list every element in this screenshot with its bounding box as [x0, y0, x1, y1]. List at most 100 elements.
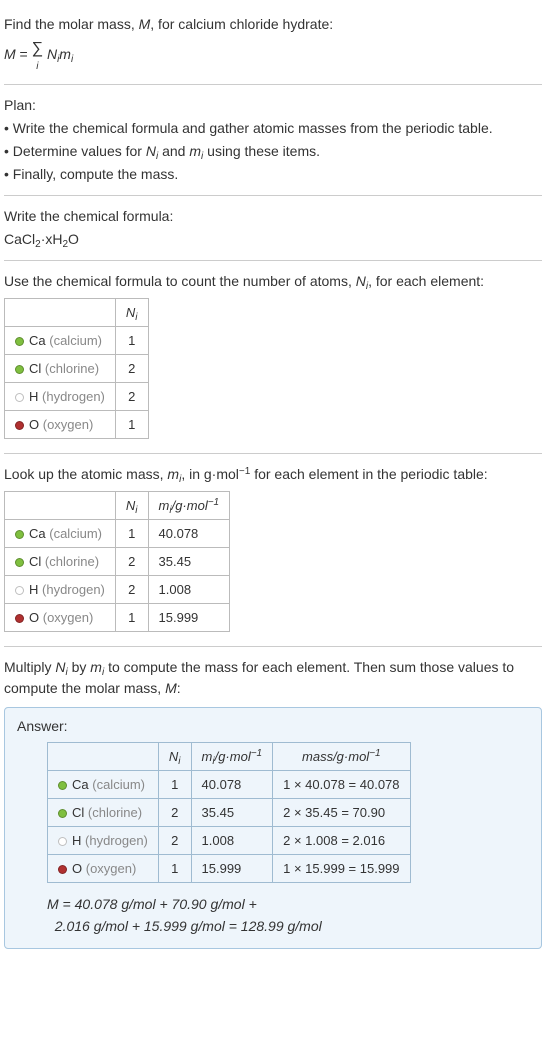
chemical-formula: CaCl2·xH2O [4, 229, 542, 250]
lookup-heading: Look up the atomic mass, mi, in g·mol−1 … [4, 464, 542, 485]
element-name: (calcium) [49, 333, 102, 348]
table-row: H (hydrogen) 21.008 [5, 576, 230, 604]
element-dot [15, 530, 24, 539]
table-row: Cl (chlorine) 2 [5, 355, 149, 383]
n-value: 2 [158, 827, 191, 855]
element-dot [58, 865, 67, 874]
table-row: O (oxygen)115.9991 × 15.999 = 15.999 [48, 855, 411, 883]
count-section: Use the chemical formula to count the nu… [4, 261, 542, 454]
plan-heading: Plan: [4, 95, 542, 116]
col-n-header: Ni [115, 299, 148, 327]
n-value: 2 [115, 355, 148, 383]
col-n-header: Ni [115, 492, 148, 520]
lookup-section: Look up the atomic mass, mi, in g·mol−1 … [4, 454, 542, 647]
answer-box: Answer: Ni mi/g·mol−1 mass/g·mol−1 Ca (c… [4, 707, 542, 949]
m-value: 15.999 [191, 855, 273, 883]
element-symbol: H [72, 833, 81, 848]
col-m-header: mi/g·mol−1 [191, 743, 273, 771]
m-value: 1.008 [191, 827, 273, 855]
multiply-section: Multiply Ni by mi to compute the mass fo… [4, 647, 542, 957]
element-symbol: Ca [29, 333, 46, 348]
element-symbol: O [29, 610, 39, 625]
element-symbol: Ca [72, 777, 89, 792]
n-value: 2 [115, 383, 148, 411]
n-value: 1 [158, 855, 191, 883]
n-value: 1 [115, 411, 148, 439]
find-text: Find the molar mass, M, for calcium chlo… [4, 14, 542, 35]
table-header-row: Ni [5, 299, 149, 327]
plan-bullet-2: • Determine values for Ni and mi using t… [4, 141, 542, 162]
plan-bullet-1: • Write the chemical formula and gather … [4, 118, 542, 139]
element-name: (hydrogen) [42, 389, 105, 404]
element-dot [15, 614, 24, 623]
element-name: (hydrogen) [85, 833, 148, 848]
m-value: 15.999 [148, 604, 230, 632]
element-symbol: O [29, 417, 39, 432]
col-mass-header: mass/g·mol−1 [273, 743, 410, 771]
n-value: 2 [158, 799, 191, 827]
m-value: 35.45 [191, 799, 273, 827]
table-row: H (hydrogen) 21.0082 × 1.008 = 2.016 [48, 827, 411, 855]
intro-section: Find the molar mass, M, for calcium chlo… [4, 4, 542, 85]
m-value: 1.008 [148, 576, 230, 604]
table-row: Ca (calcium) 1 [5, 327, 149, 355]
table-row: Ca (calcium)140.0781 × 40.078 = 40.078 [48, 771, 411, 799]
element-symbol: Cl [29, 554, 41, 569]
n-value: 2 [115, 548, 148, 576]
table-header-row: Ni mi/g·mol−1 mass/g·mol−1 [48, 743, 411, 771]
table-header-row: Ni mi/g·mol−1 [5, 492, 230, 520]
n-value: 1 [115, 604, 148, 632]
molar-mass-formula: M = ∑i Nimi [4, 37, 542, 74]
element-dot [15, 421, 24, 430]
count-heading: Use the chemical formula to count the nu… [4, 271, 542, 292]
answer-table: Ni mi/g·mol−1 mass/g·mol−1 Ca (calcium) 1… [47, 742, 411, 883]
plan-section: Plan: • Write the chemical formula and g… [4, 85, 542, 196]
n-value: 1 [158, 771, 191, 799]
element-name: (chlorine) [88, 805, 142, 820]
n-value: 2 [115, 576, 148, 604]
element-dot [15, 337, 24, 346]
count-table: Ni Ca (calcium) 1 Cl (chlorine) 2 H (hydro… [4, 298, 149, 439]
n-value: 1 [115, 520, 148, 548]
element-dot [15, 558, 24, 567]
table-row: O (oxygen) 115.999 [5, 604, 230, 632]
element-name: (oxygen) [43, 610, 94, 625]
element-name: (calcium) [92, 777, 145, 792]
multiply-heading: Multiply Ni by mi to compute the mass fo… [4, 657, 542, 699]
col-n-header: Ni [158, 743, 191, 771]
element-name: (oxygen) [86, 861, 137, 876]
m-value: 40.078 [148, 520, 230, 548]
element-name: (chlorine) [45, 361, 99, 376]
mass-value: 2 × 1.008 = 2.016 [273, 827, 410, 855]
table-row: O (oxygen) 1 [5, 411, 149, 439]
element-symbol: H [29, 389, 38, 404]
table-row: H (hydrogen) 2 [5, 383, 149, 411]
element-name: (chlorine) [45, 554, 99, 569]
element-dot [15, 393, 24, 402]
element-symbol: O [72, 861, 82, 876]
element-dot [58, 837, 67, 846]
element-symbol: Cl [29, 361, 41, 376]
table-row: Ca (calcium) 140.078 [5, 520, 230, 548]
element-symbol: H [29, 582, 38, 597]
n-value: 1 [115, 327, 148, 355]
element-symbol: Ca [29, 526, 46, 541]
table-row: Cl (chlorine) 235.45 [5, 548, 230, 576]
write-formula-section: Write the chemical formula: CaCl2·xH2O [4, 196, 542, 261]
element-dot [58, 809, 67, 818]
mass-value: 2 × 35.45 = 70.90 [273, 799, 410, 827]
element-name: (oxygen) [43, 417, 94, 432]
element-name: (hydrogen) [42, 582, 105, 597]
col-m-header: mi/g·mol−1 [148, 492, 230, 520]
element-dot [15, 586, 24, 595]
element-symbol: Cl [72, 805, 84, 820]
mass-value: 1 × 40.078 = 40.078 [273, 771, 410, 799]
final-equation: M = 40.078 g/mol + 70.90 g/mol + 2.016 g… [47, 893, 529, 938]
write-heading: Write the chemical formula: [4, 206, 542, 227]
table-row: Cl (chlorine) 235.452 × 35.45 = 70.90 [48, 799, 411, 827]
m-value: 35.45 [148, 548, 230, 576]
answer-label: Answer: [17, 718, 529, 734]
lookup-table: Ni mi/g·mol−1 Ca (calcium)140.078 Cl (ch… [4, 491, 230, 632]
element-name: (calcium) [49, 526, 102, 541]
element-dot [15, 365, 24, 374]
